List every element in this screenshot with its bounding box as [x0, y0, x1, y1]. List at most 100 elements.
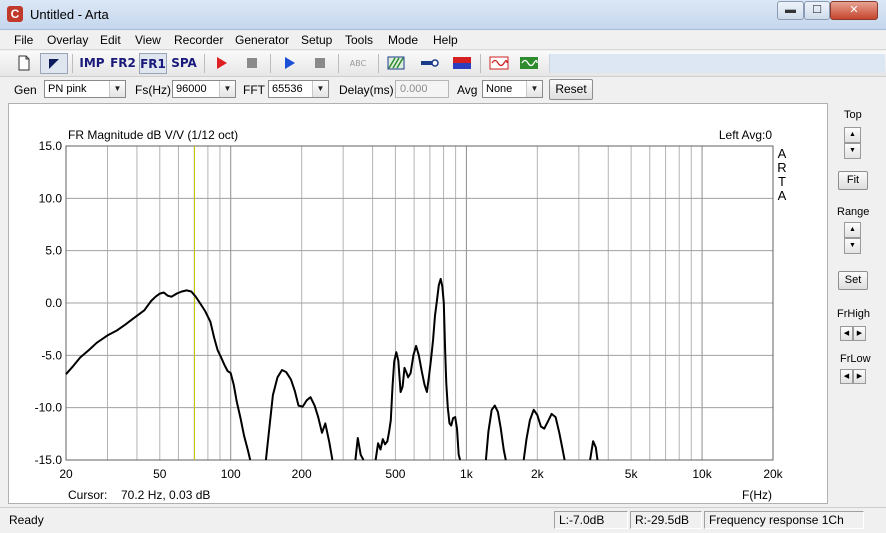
fft-label: FFT — [243, 83, 265, 97]
fr1-mode-button[interactable]: FR1 — [139, 53, 167, 74]
maximize-button[interactable]: ☐ — [804, 1, 830, 20]
chevron-up-icon: ▲ — [849, 226, 856, 233]
chevron-down-icon: ▼ — [849, 147, 856, 154]
chevron-left-icon: ◀ — [843, 330, 850, 337]
stop-icon — [315, 58, 325, 68]
scope-wave-icon — [520, 57, 538, 69]
impulse-mode-button[interactable]: IMP — [77, 53, 107, 74]
toolbar-separator — [338, 54, 339, 73]
status-message: Ready — [9, 513, 44, 527]
menu-view[interactable]: View — [135, 33, 161, 47]
sample-rate-value: 96000 — [176, 83, 207, 95]
reset-button[interactable]: Reset — [549, 79, 593, 100]
new-document-icon — [18, 55, 30, 71]
frlow-right-button[interactable]: ▶ — [853, 369, 866, 384]
response-curve-segment — [589, 440, 599, 461]
arta-watermark-letter: R — [777, 160, 786, 175]
frequency-response-chart[interactable]: 15.0 10.0 5.0 0.0 -5.0 -10.0 -15.020 50 100 200 50… — [9, 104, 827, 503]
response-curve-segment — [264, 369, 334, 461]
chevron-down-icon: ▼ — [312, 81, 328, 97]
window-title: Untitled - Arta — [30, 7, 109, 22]
response-curve-segment — [374, 277, 462, 461]
x-tick-label: 1k — [460, 467, 474, 481]
top-label: Top — [844, 109, 862, 121]
y-tick-label: 0.0 — [45, 296, 62, 310]
chart-panel: 15.0 10.0 5.0 0.0 -5.0 -10.0 -15.0 20 50 100 200 50… — [8, 103, 828, 504]
set-button[interactable]: Set — [838, 271, 868, 290]
averaging-value: None — [486, 83, 513, 95]
menu-tools[interactable]: Tools — [345, 33, 373, 47]
record-stop-button[interactable] — [240, 53, 264, 74]
y-tick-label: 10.0 — [39, 191, 63, 205]
fft-size-select[interactable]: 65536 ▼ — [268, 80, 329, 98]
signal-view-button[interactable] — [487, 53, 511, 74]
fit-button[interactable]: Fit — [838, 171, 868, 190]
chart-title: FR Magnitude dB V/V (1/12 oct) — [68, 128, 238, 142]
menu-help[interactable]: Help — [433, 33, 458, 47]
pointer-tool-button[interactable] — [40, 53, 68, 74]
frlow-left-button[interactable]: ◀ — [840, 369, 853, 384]
settings-bar: Gen PN pink ▼ Fs(Hz) 96000 ▼ FFT 65536 ▼… — [0, 77, 886, 101]
record-play-icon — [217, 57, 227, 69]
fr2-mode-button[interactable]: FR2 — [109, 53, 137, 74]
y-tick-label: -15.0 — [35, 453, 63, 467]
chevron-down-icon: ▼ — [219, 81, 235, 97]
top-up-button[interactable]: ▲ — [844, 127, 861, 143]
cursor-readout: 70.2 Hz, 0.03 dB — [121, 488, 210, 502]
sample-rate-select[interactable]: 96000 ▼ — [172, 80, 236, 98]
chevron-down-icon: ▼ — [849, 242, 856, 249]
menu-setup[interactable]: Setup — [301, 33, 332, 47]
color-settings-button[interactable] — [450, 53, 474, 74]
minimize-button[interactable]: ▬ — [777, 1, 804, 20]
delay-label: Delay(ms) — [339, 83, 394, 97]
play-icon — [285, 57, 295, 69]
new-document-button[interactable] — [12, 53, 36, 74]
toolbar-separator — [72, 54, 73, 73]
y-tick-label: 5.0 — [45, 244, 62, 258]
generator-play-button[interactable] — [278, 53, 302, 74]
response-curve-segment — [522, 408, 566, 461]
generator-select[interactable]: PN pink ▼ — [44, 80, 126, 98]
chevron-right-icon: ▶ — [856, 373, 863, 380]
overlay-button[interactable] — [384, 53, 408, 74]
delay-field[interactable]: 0.000 — [395, 80, 449, 98]
chevron-left-icon: ◀ — [843, 373, 850, 380]
menu-file[interactable]: File — [14, 33, 33, 47]
top-down-button[interactable]: ▼ — [844, 143, 861, 159]
frhigh-left-button[interactable]: ◀ — [840, 326, 853, 341]
chevron-up-icon: ▲ — [849, 131, 856, 138]
menu-edit[interactable]: Edit — [100, 33, 121, 47]
menu-generator[interactable]: Generator — [235, 33, 289, 47]
frhigh-right-button[interactable]: ▶ — [853, 326, 866, 341]
x-tick-label: 5k — [625, 467, 639, 481]
range-down-button[interactable]: ▼ — [844, 238, 861, 254]
menu-mode[interactable]: Mode — [388, 33, 418, 47]
toolbar-separator — [378, 54, 379, 73]
y-tick-label: -5.0 — [41, 348, 62, 362]
close-button[interactable]: ✕ — [830, 1, 878, 20]
probe-icon — [421, 59, 439, 67]
probe-button[interactable] — [418, 53, 442, 74]
fs-label: Fs(Hz) — [135, 83, 171, 97]
x-axis-label: F(Hz) — [742, 488, 772, 502]
averaging-select[interactable]: None ▼ — [482, 80, 543, 98]
toolbar-empty-area — [549, 54, 885, 73]
sine-wave-icon — [489, 56, 509, 70]
y-tick-label: 15.0 — [39, 139, 63, 153]
scope-view-button[interactable] — [517, 53, 541, 74]
chevron-right-icon: ▶ — [856, 330, 863, 337]
x-tick-label: 50 — [153, 467, 167, 481]
menu-recorder[interactable]: Recorder — [174, 33, 223, 47]
range-up-button[interactable]: ▲ — [844, 222, 861, 238]
status-bar: Ready L:-7.0dB R:-29.5dB Frequency respo… — [0, 507, 886, 533]
generator-stop-button[interactable] — [308, 53, 332, 74]
gen-label: Gen — [14, 83, 37, 97]
menu-overlay[interactable]: Overlay — [47, 33, 88, 47]
calibrate-button[interactable]: ABC — [344, 53, 372, 74]
record-button[interactable] — [210, 53, 234, 74]
arta-watermark-letter: A — [778, 146, 787, 161]
toolbar-separator — [270, 54, 271, 73]
response-curve-segment — [484, 404, 507, 461]
spectrum-mode-button[interactable]: SPA — [170, 53, 198, 74]
right-level-readout: R:-29.5dB — [630, 511, 702, 529]
